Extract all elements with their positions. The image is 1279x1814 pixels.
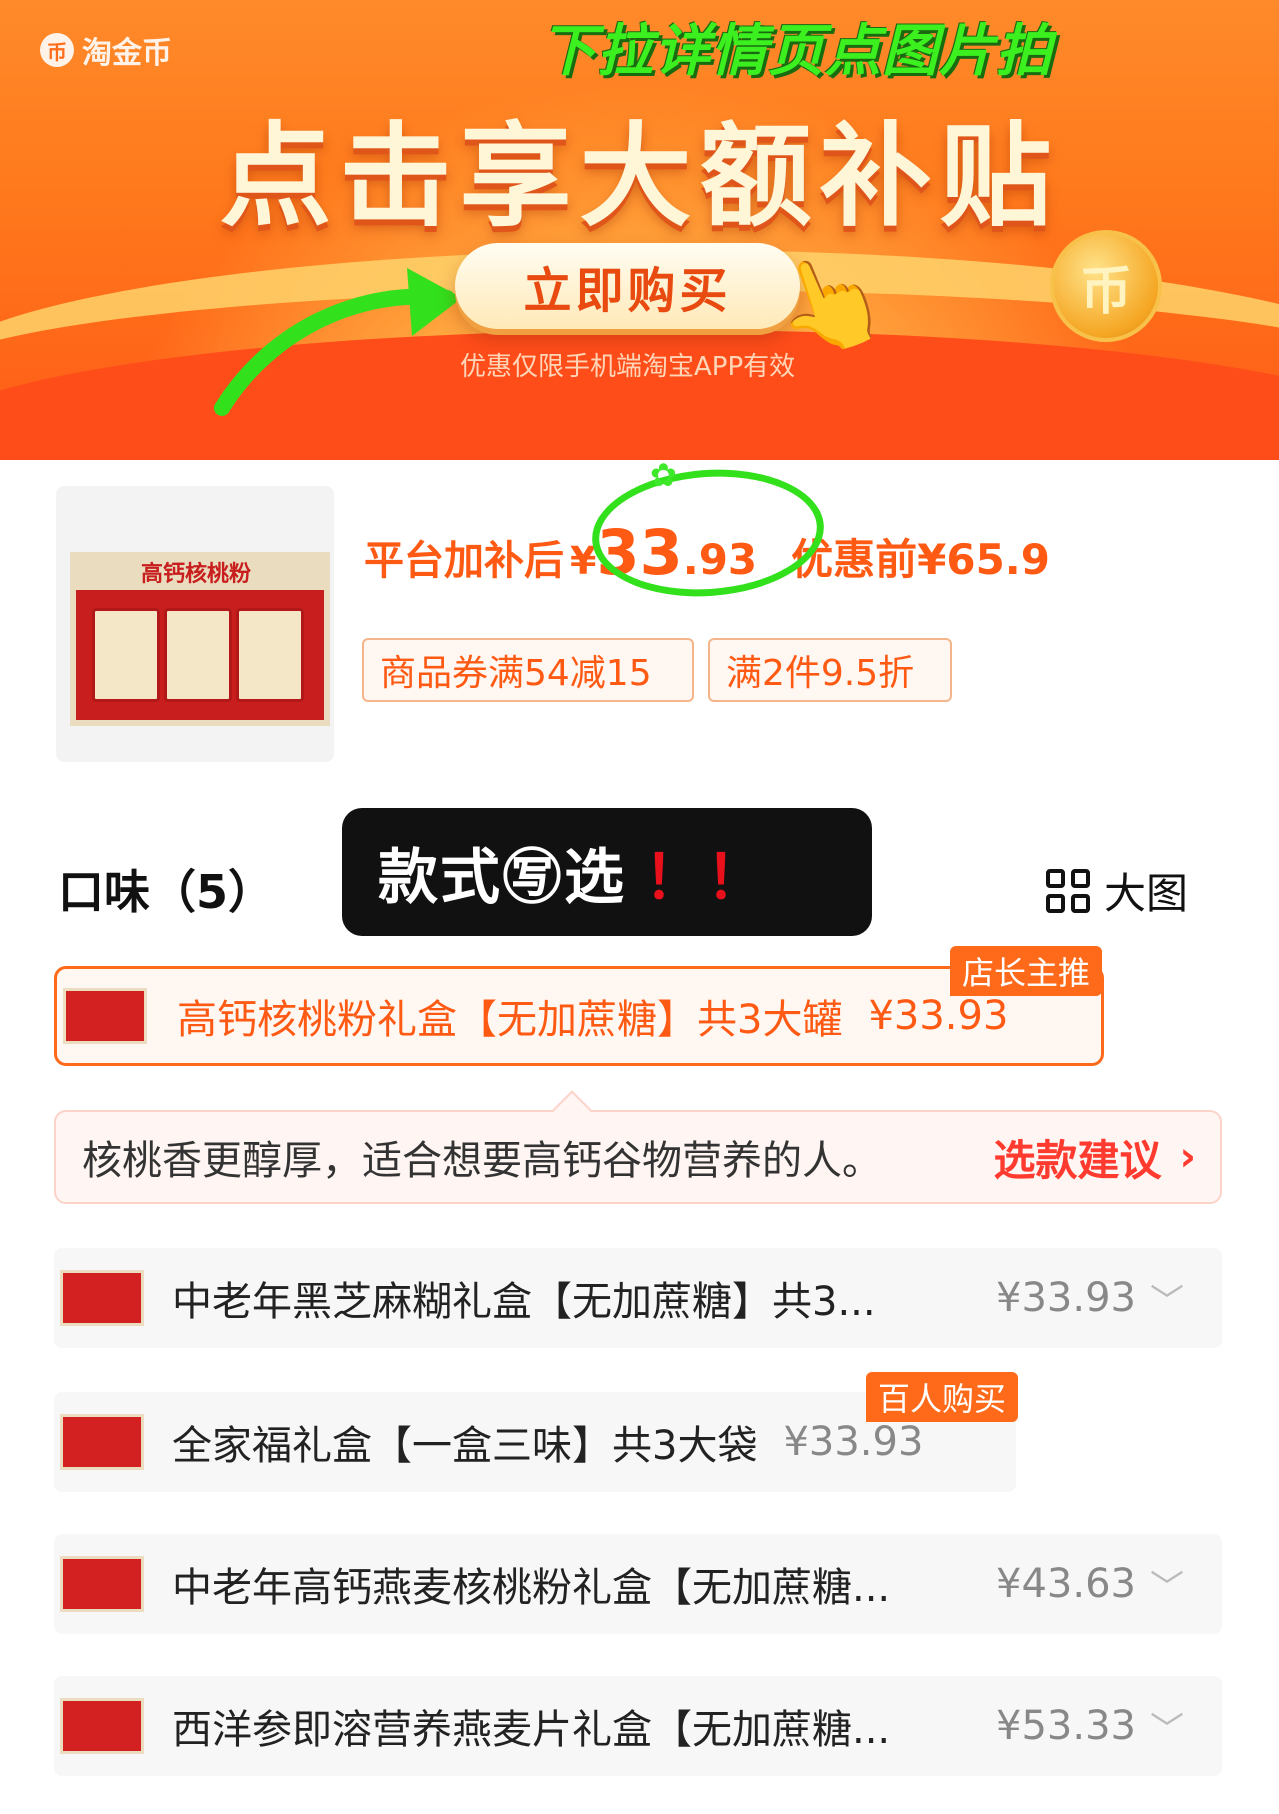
shop-recommend-tag: 店长主推: [950, 946, 1103, 996]
variant-option[interactable]: 西洋参即溶营养燕麦片礼盒【无加蔗糖... ¥53.33 ﹀: [54, 1676, 1222, 1776]
style-selectable-badge: 款式㊢选 ！！: [342, 808, 872, 936]
coin-icon: 币: [40, 33, 74, 67]
variant-name: 高钙核桃粉礼盒【无加蔗糖】共3大罐: [177, 997, 843, 1043]
can-image: [164, 608, 232, 702]
flavor-count-label: 口味（5）: [58, 865, 275, 919]
original-price: 优惠前¥65.9: [791, 535, 1050, 584]
advice-text: 核桃香更醇厚，适合想要高钙谷物营养的人。: [82, 1138, 882, 1184]
variant-option[interactable]: 中老年高钙燕麦核桃粉礼盒【无加蔗糖... ¥43.63 ﹀: [54, 1534, 1222, 1634]
big-image-label: 大图: [1104, 869, 1189, 918]
grid-icon: [1046, 868, 1090, 913]
chevron-down-icon[interactable]: ﹀: [1150, 1560, 1184, 1609]
variant-name: 西洋参即溶营养燕麦片礼盒【无加蔗糖...: [172, 1707, 891, 1753]
discount-badge[interactable]: 满2件9.5折: [708, 638, 952, 702]
variant-thumbnail: [60, 1414, 144, 1470]
thumbnail-title: 高钙核桃粉: [140, 562, 251, 587]
gold-coin-icon: 币: [1050, 230, 1162, 342]
bow-icon: ✿: [650, 456, 677, 494]
buy-now-button[interactable]: 立即购买: [455, 243, 800, 329]
brand-label: 淘金币: [82, 36, 172, 71]
green-arrow-icon: [214, 268, 462, 416]
variant-price: ¥53.33: [996, 1703, 1136, 1749]
coupon-badge[interactable]: 商品券满54减15: [362, 638, 694, 702]
variant-thumbnail: [60, 1270, 144, 1326]
variant-price: ¥33.93: [868, 993, 1009, 1039]
style-badge-text: 款式㊢选: [378, 842, 626, 913]
price-label: 平台加补后: [364, 538, 564, 584]
selection-advice[interactable]: 核桃香更醇厚，适合想要高钙谷物营养的人。 选款建议 ›: [54, 1110, 1222, 1204]
popular-tag: 百人购买: [866, 1372, 1019, 1422]
advice-link[interactable]: 选款建议: [994, 1127, 1162, 1188]
product-thumbnail[interactable]: 高钙核桃粉: [56, 486, 334, 762]
variant-price: ¥33.93: [996, 1275, 1136, 1321]
variant-name: 中老年高钙燕麦核桃粉礼盒【无加蔗糖...: [172, 1565, 891, 1611]
chevron-down-icon[interactable]: ﹀: [1150, 1702, 1184, 1751]
variant-thumbnail: [60, 1698, 144, 1754]
variant-option[interactable]: 中老年黑芝麻糊礼盒【无加蔗糖】共3... ¥33.93 ﹀: [54, 1248, 1222, 1348]
promo-banner[interactable]: 币 淘金币 下拉详情页点图片拍 点击享大额补贴 立即购买 👆 币 优惠仅限手机端…: [0, 0, 1279, 460]
variant-price: ¥43.63: [996, 1561, 1136, 1607]
banner-headline: 点击享大额补贴: [219, 112, 1060, 242]
big-image-toggle[interactable]: 大图: [1046, 860, 1188, 921]
chevron-right-icon: ›: [1179, 1134, 1196, 1180]
chevron-down-icon[interactable]: ﹀: [1150, 1274, 1184, 1323]
taojinbi-brand: 币 淘金币: [40, 28, 172, 72]
can-image: [92, 608, 160, 702]
variant-price: ¥33.93: [783, 1419, 924, 1465]
variant-thumbnail: [60, 1556, 144, 1612]
can-image: [236, 608, 304, 702]
overlay-instruction: 下拉详情页点图片拍: [540, 19, 1053, 84]
banner-note: 优惠仅限手机端淘宝APP有效: [460, 352, 796, 382]
variant-option-selected[interactable]: 高钙核桃粉礼盒【无加蔗糖】共3大罐 ¥33.93: [54, 966, 1104, 1066]
variant-thumbnail: [63, 988, 147, 1044]
variant-name: 中老年黑芝麻糊礼盒【无加蔗糖】共3...: [172, 1279, 876, 1325]
variant-name: 全家福礼盒【一盒三味】共3大袋: [172, 1423, 758, 1469]
exclamation-icon: ！！: [644, 842, 768, 913]
